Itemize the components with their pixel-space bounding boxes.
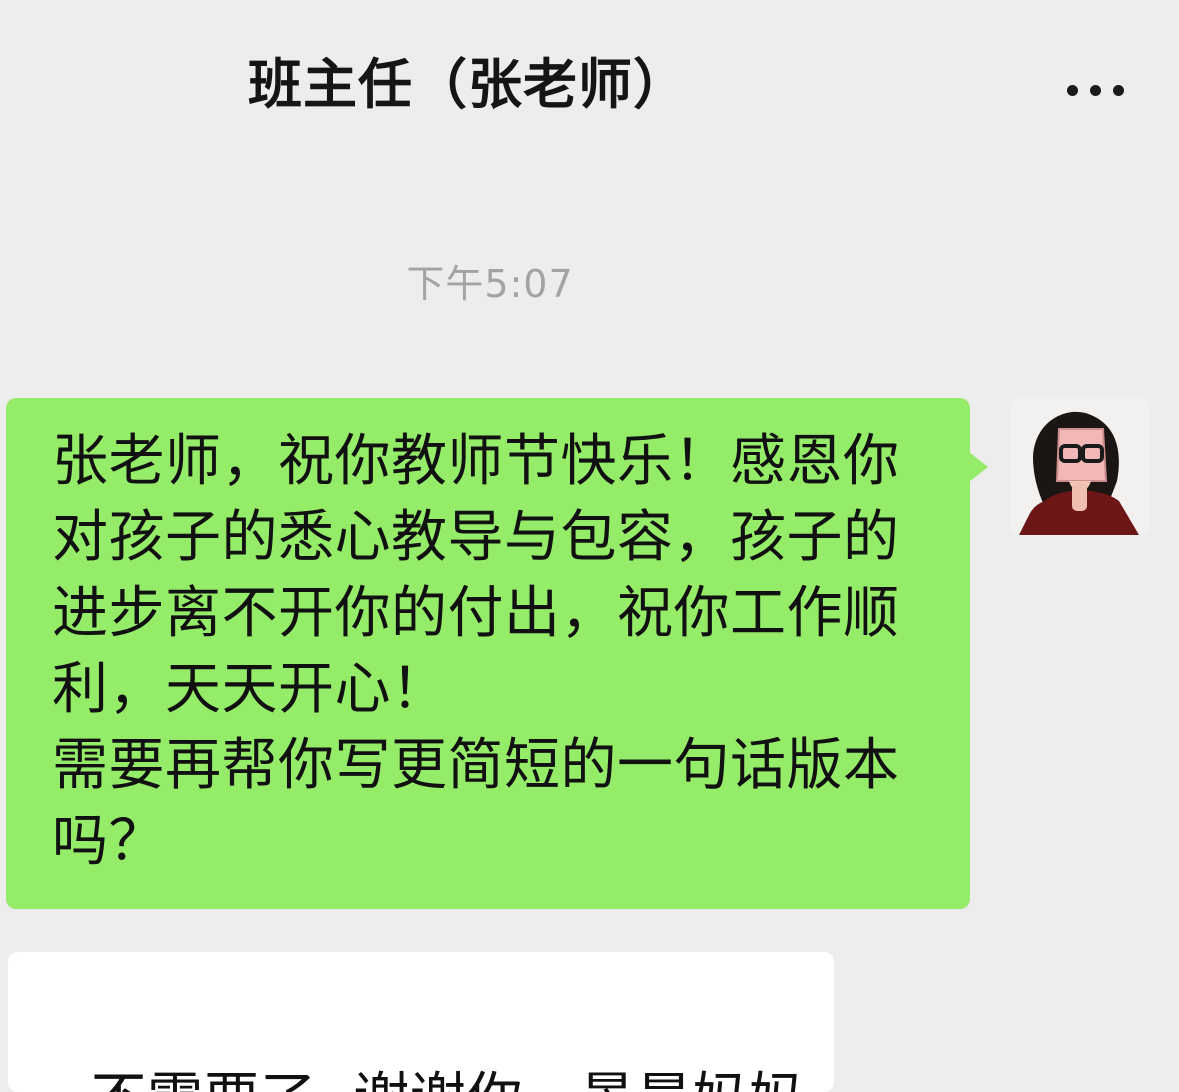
message-text-line: 张老师，祝你教师节快乐！感恩你 (52, 429, 900, 494)
user-avatar[interactable] (1011, 397, 1149, 535)
more-horizontal-icon (1066, 84, 1078, 96)
message-text-line: 吗？ (52, 809, 165, 874)
incoming-message-text: 不需要了 谢谢你，景晨妈妈 (91, 1067, 806, 1092)
outgoing-message-bubble[interactable]: 张老师，祝你教师节快乐！感恩你 对孩子的悉心教导与包容，孩子的 进步离不开你的付… (6, 398, 970, 909)
more-options-button[interactable] (1050, 70, 1140, 110)
message-text-line: 进步离不开你的付出，祝你工作顺 (52, 581, 900, 646)
message-text-line: 利，天天开心！ (52, 657, 448, 722)
message-text-line: 需要再帮你写更简短的一句话版本 (52, 733, 900, 798)
avatar-photo-icon (1011, 397, 1149, 535)
more-horizontal-icon (1089, 84, 1101, 96)
outgoing-bubble-tail (969, 452, 988, 482)
chat-header: 班主任（张老师） (0, 0, 1179, 170)
more-horizontal-icon (1112, 84, 1124, 96)
chat-title: 班主任（张老师） (248, 53, 688, 116)
incoming-message-bubble[interactable]: 不需要了 谢谢你，景晨妈妈 (8, 952, 834, 1092)
message-text-line: 对孩子的悉心教导与包容，孩子的 (52, 505, 900, 570)
message-timestamp: 下午5:07 (406, 262, 574, 306)
